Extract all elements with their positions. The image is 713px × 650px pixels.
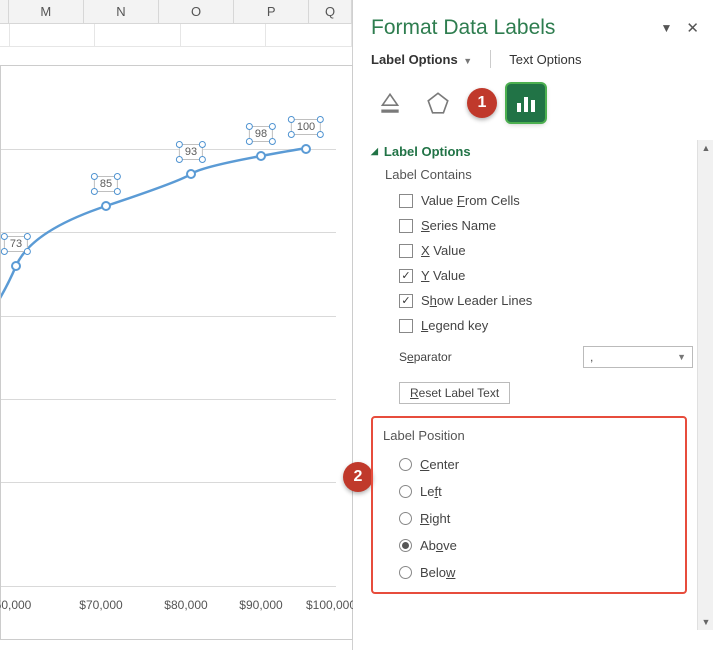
separator-value: , [590, 350, 593, 364]
plot-area: 73 85 93 98 [1, 66, 336, 586]
pane-menu-caret-icon[interactable]: ▼ [661, 21, 673, 35]
callout-badge-1: 1 [467, 88, 497, 118]
scroll-down-icon[interactable]: ▼ [698, 614, 713, 630]
collapse-icon: ◢ [371, 146, 378, 157]
checkbox-label: Series Name [421, 218, 496, 233]
radio-below[interactable]: Below [383, 559, 675, 586]
checkbox-legend-key[interactable]: Legend key [371, 313, 705, 338]
radio-icon [399, 566, 412, 579]
checkbox-x-value[interactable]: X Value [371, 238, 705, 263]
embedded-chart[interactable]: 73 85 93 98 [0, 65, 353, 640]
radio-label: Below [420, 565, 455, 580]
effects-icon[interactable] [419, 84, 457, 122]
chart-options-icon[interactable] [507, 84, 545, 122]
section-title: Label Options [384, 144, 471, 159]
checkbox-icon [399, 319, 413, 333]
label-position-group: Label Position Center Left Right Above [371, 416, 687, 594]
divider [490, 50, 491, 68]
checkbox-icon [399, 219, 413, 233]
radio-icon [399, 458, 412, 471]
radio-above[interactable]: Above [383, 532, 675, 559]
col-header[interactable]: P [234, 0, 309, 23]
radio-center[interactable]: Center [383, 451, 675, 478]
data-point[interactable] [101, 201, 111, 211]
checkbox-label: Y Value [421, 268, 465, 283]
label-contains-heading: Label Contains [371, 165, 705, 188]
data-label-text: 100 [297, 121, 315, 133]
separator-label: Separator [399, 350, 452, 364]
checkbox-y-value[interactable]: Y Value [371, 263, 705, 288]
radio-icon [399, 512, 412, 525]
checkbox-series-name[interactable]: Series Name [371, 213, 705, 238]
col-header[interactable]: N [84, 0, 159, 23]
tab-text-options[interactable]: Text Options [509, 52, 581, 67]
checkbox-label: Legend key [421, 318, 488, 333]
spreadsheet-area: M N O P Q [0, 0, 353, 650]
column-headers: M N O P Q [0, 0, 352, 24]
tab-label: Label Options [371, 52, 458, 67]
fill-line-icon[interactable] [371, 84, 409, 122]
data-label[interactable]: 85 [94, 176, 118, 192]
section-label-options[interactable]: ◢ Label Options [371, 140, 705, 165]
data-label-text: 85 [100, 178, 112, 190]
x-tick-label: 50,000 [0, 598, 31, 612]
x-axis: 50,000 $70,000 $80,000 $90,000 $100,000 [1, 586, 346, 626]
radio-left[interactable]: Left [383, 478, 675, 505]
checkbox-icon [399, 294, 413, 308]
data-label[interactable]: 100 [291, 119, 321, 135]
data-label-text: 93 [185, 146, 197, 158]
chevron-down-icon: ▼ [677, 352, 686, 362]
x-tick-label: $70,000 [79, 598, 122, 612]
checkbox-icon [399, 244, 413, 258]
checkbox-icon [399, 269, 413, 283]
col-header[interactable]: O [159, 0, 234, 23]
data-label[interactable]: 93 [179, 144, 203, 160]
checkbox-value-from-cells[interactable]: Value From Cells [371, 188, 705, 213]
tab-label-options[interactable]: Label Options ▼ [371, 52, 472, 67]
x-tick-label: $100,000 [306, 598, 356, 612]
data-label[interactable]: 98 [249, 126, 273, 142]
radio-label: Above [420, 538, 457, 553]
scrollbar[interactable]: ▲ ▼ [697, 140, 713, 630]
scroll-up-icon[interactable]: ▲ [698, 140, 713, 156]
pane-title: Format Data Labels [371, 16, 555, 40]
checkbox-label: X Value [421, 243, 466, 258]
data-point[interactable] [301, 144, 311, 154]
format-pane: Format Data Labels ▼ ✕ Label Options ▼ T… [353, 0, 713, 650]
data-label-text: 98 [255, 128, 267, 140]
checkbox-leader-lines[interactable]: Show Leader Lines [371, 288, 705, 313]
label-position-heading: Label Position [383, 428, 675, 451]
radio-icon [399, 539, 412, 552]
checkbox-label: Value From Cells [421, 193, 520, 208]
radio-icon [399, 485, 412, 498]
col-header[interactable]: M [9, 0, 84, 23]
checkbox-icon [399, 194, 413, 208]
button-label: Reset Label Text [410, 386, 499, 400]
callout-badge-2: 2 [343, 462, 373, 492]
radio-label: Left [420, 484, 442, 499]
col-header[interactable]: Q [309, 0, 352, 23]
chevron-down-icon: ▼ [463, 56, 472, 66]
checkbox-label: Show Leader Lines [421, 293, 532, 308]
data-label-text: 73 [10, 238, 22, 250]
data-point[interactable] [11, 261, 21, 271]
data-point[interactable] [256, 151, 266, 161]
radio-label: Right [420, 511, 450, 526]
radio-label: Center [420, 457, 459, 472]
separator-combo[interactable]: , ▼ [583, 346, 693, 368]
radio-right[interactable]: Right [383, 505, 675, 532]
x-tick-label: $80,000 [164, 598, 207, 612]
reset-label-text-button[interactable]: Reset Label Text [399, 382, 510, 404]
data-point[interactable] [186, 169, 196, 179]
close-icon[interactable]: ✕ [686, 19, 699, 37]
x-tick-label: $90,000 [239, 598, 282, 612]
data-label[interactable]: 73 [4, 236, 28, 252]
